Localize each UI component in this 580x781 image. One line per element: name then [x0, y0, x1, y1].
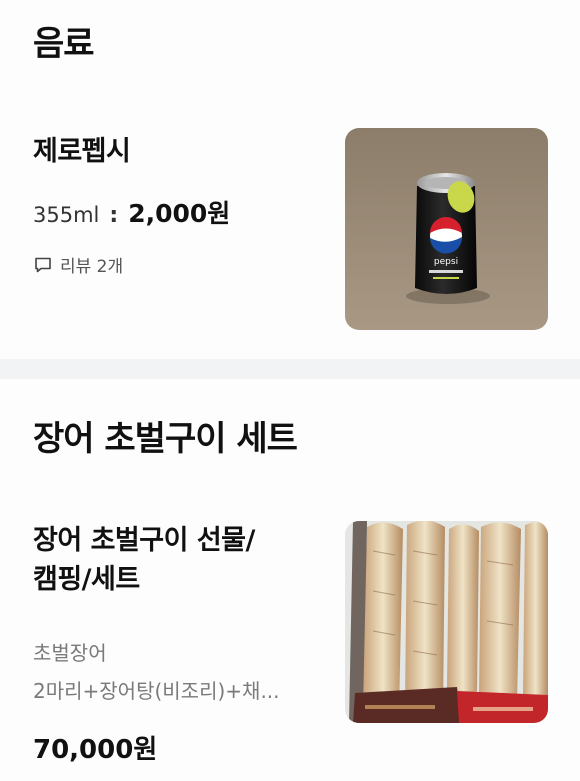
option-price-separator: : — [109, 203, 119, 228]
menu-item-price-line: 355ml : 2,000원 — [33, 194, 230, 230]
review-count[interactable]: 리뷰 2개 — [33, 252, 123, 277]
menu-item-name: 제로펩시 — [33, 136, 131, 167]
category-section-drinks: 음료 제로펩시 355ml : 2,000원 리뷰 2개 pepsi — [0, 0, 580, 359]
menu-item-option: 355ml — [33, 203, 100, 227]
speech-bubble-icon — [33, 255, 53, 275]
menu-item-zero-pepsi[interactable]: 제로펩시 355ml : 2,000원 리뷰 2개 pepsi — [0, 118, 580, 348]
menu-item-name-line1: 장어 초벌구이 선물/ — [33, 525, 255, 556]
menu-item-desc-line1: 초벌장어 — [33, 641, 107, 665]
menu-item-price: 2,000원 — [128, 199, 231, 228]
menu-item-desc-line2: 2마리+장어탕(비조리)+채... — [33, 679, 280, 703]
pepsi-zero-can-photo: pepsi — [345, 128, 548, 330]
menu-item-image: pepsi — [345, 128, 548, 330]
category-section-eel-set: 장어 초벌구이 세트 장어 초벌구이 선물/ 캠핑/세트 초벌장어 2마리+장어… — [0, 379, 580, 781]
menu-item-eel-gift-set[interactable]: 장어 초벌구이 선물/ 캠핑/세트 초벌장어 2마리+장어탕(비조리)+채...… — [0, 509, 580, 781]
menu-item-price: 70,000원 — [33, 735, 158, 765]
svg-text:pepsi: pepsi — [434, 257, 458, 267]
menu-item-image — [345, 521, 548, 723]
grilled-eel-set-photo — [345, 521, 548, 723]
menu-item-description: 초벌장어 2마리+장어탕(비조리)+채... — [33, 634, 323, 710]
review-count-label: 리뷰 2개 — [60, 257, 124, 277]
menu-item-name: 장어 초벌구이 선물/ 캠핑/세트 — [33, 521, 323, 599]
menu-item-name-line2: 캠핑/세트 — [33, 564, 140, 596]
category-title: 장어 초벌구이 세트 — [33, 419, 298, 459]
category-title: 음료 — [33, 24, 95, 64]
